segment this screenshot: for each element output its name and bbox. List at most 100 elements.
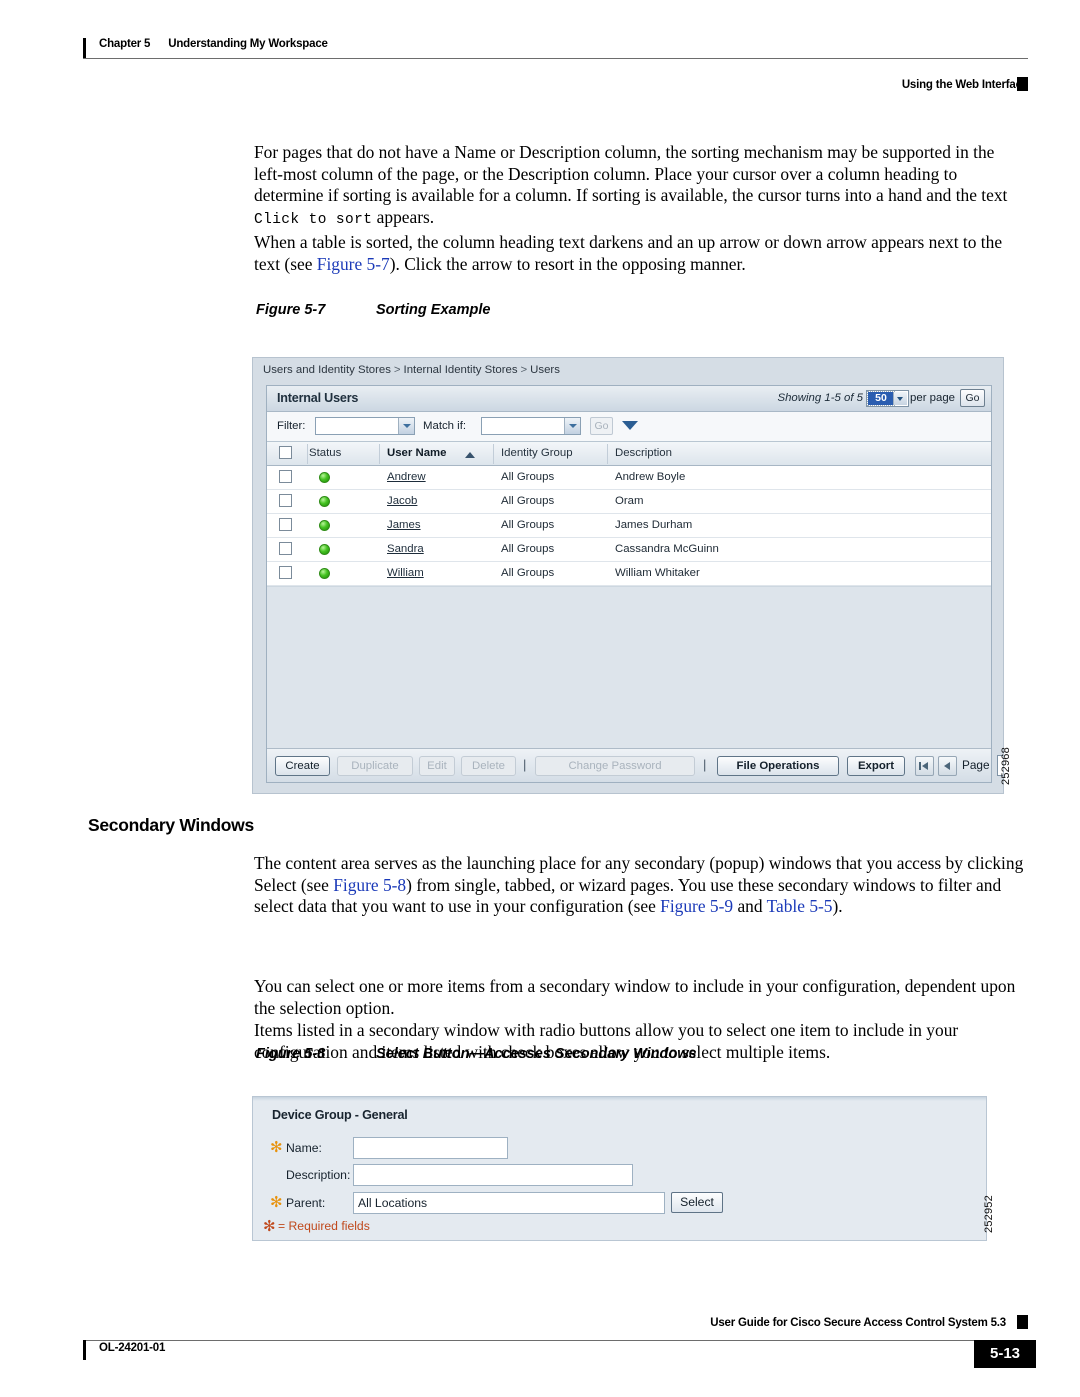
figure-5-8-screenshot: Device Group - General ✻ Name: Descripti… (252, 1096, 987, 1241)
button-separator: | (703, 757, 707, 772)
paragraph-sorting-mechanism: For pages that do not have a Name or Des… (254, 142, 1026, 231)
button-separator: | (523, 757, 527, 772)
user-name-link[interactable]: William (387, 567, 424, 579)
table-row[interactable]: Andrew All Groups Andrew Boyle (267, 466, 991, 490)
table-row[interactable]: James All Groups James Durham (267, 514, 991, 538)
required-note-asterisk-icon: ✻ (263, 1218, 276, 1235)
description-value: Cassandra McGuinn (615, 543, 719, 555)
table-row[interactable]: William All Groups William Whitaker (267, 562, 991, 586)
parent-label: Parent: (286, 1196, 326, 1210)
column-header-description[interactable]: Description (615, 447, 672, 459)
breadcrumb-item-users[interactable]: Users (530, 364, 560, 376)
user-name-link[interactable]: Jacob (387, 495, 417, 507)
figure-5-8-title: Select Button—Accesses Secondary Windows (376, 1046, 697, 1062)
row-checkbox[interactable] (279, 470, 292, 483)
required-fields-note: = Required fields (278, 1219, 370, 1233)
delete-button[interactable]: Delete (461, 756, 516, 776)
chevron-down-icon (564, 418, 580, 434)
chapter-title: Understanding My Workspace (168, 38, 328, 50)
header-square-mark (1017, 77, 1028, 91)
device-group-form-title: Device Group - General (272, 1108, 408, 1122)
match-if-label: Match if: (423, 420, 467, 432)
panel-top-band (253, 1097, 986, 1101)
breadcrumb-item-users-and-identity-stores[interactable]: Users and Identity Stores (263, 364, 391, 376)
user-name-link[interactable]: Sandra (387, 543, 424, 555)
change-password-button[interactable]: Change Password (535, 756, 695, 776)
paragraph-secondary-windows-intro: The content area serves as the launching… (254, 853, 1026, 918)
page-number: 5-13 (974, 1340, 1036, 1368)
export-button[interactable]: Export (847, 756, 905, 776)
description-value: William Whitaker (615, 567, 700, 579)
description-value: Oram (615, 495, 644, 507)
header-tick-mark (83, 38, 86, 58)
user-name-link[interactable]: Andrew (387, 471, 426, 483)
description-field[interactable] (353, 1164, 633, 1186)
row-checkbox[interactable] (279, 542, 292, 555)
column-header-identity-group[interactable]: Identity Group (501, 447, 573, 459)
table-row[interactable]: Jacob All Groups Oram (267, 490, 991, 514)
status-enabled-icon (319, 568, 330, 579)
paragraph-table-sorted: When a table is sorted, the column headi… (254, 232, 1026, 275)
xref-table-5-5[interactable]: Table 5-5 (767, 896, 833, 916)
figure-5-8-label: Figure 5-8 (256, 1046, 326, 1062)
running-header: Chapter 5 Understanding My Workspace Usin… (83, 33, 1028, 91)
chapter-label: Chapter 5 (99, 38, 151, 50)
user-name-link[interactable]: James (387, 519, 421, 531)
filter-funnel-icon[interactable] (622, 421, 638, 430)
parent-field[interactable]: All Locations (353, 1192, 665, 1214)
row-checkbox[interactable] (279, 566, 292, 579)
action-button-bar: Create Duplicate Edit Delete | Change Pa… (267, 748, 1003, 782)
match-if-select[interactable] (481, 417, 581, 435)
status-enabled-icon (319, 520, 330, 531)
panel-title: Internal Users (277, 391, 359, 405)
create-button[interactable]: Create (275, 756, 330, 776)
file-operations-button[interactable]: File Operations (717, 756, 839, 776)
column-header-user-name[interactable]: User Name (387, 447, 447, 459)
select-all-checkbox[interactable] (279, 446, 292, 459)
figure-5-7-id: 252968 (1000, 747, 1012, 785)
filter-label: Filter: (277, 420, 306, 432)
breadcrumb: Users and Identity Stores > Internal Ident… (263, 364, 560, 376)
previous-page-button[interactable] (938, 756, 957, 776)
internal-users-panel: Internal Users Showing 1-5 of 5 50 per p… (266, 385, 1003, 783)
chevron-down-icon (893, 392, 907, 405)
description-label: Description: (286, 1168, 351, 1182)
figure-5-7-caption: Figure 5-7 Sorting Example (256, 302, 490, 318)
column-header-status[interactable]: Status (309, 447, 341, 459)
per-page-select[interactable]: 50 (866, 390, 909, 407)
header-recto-title: Using the Web Interface (901, 79, 1028, 91)
row-checkbox[interactable] (279, 518, 292, 531)
required-asterisk-icon: ✻ (270, 1194, 283, 1211)
per-page-go-button[interactable]: Go (960, 389, 985, 407)
filter-select[interactable] (315, 417, 415, 435)
table-row[interactable]: Sandra All Groups Cassandra McGuinn (267, 538, 991, 562)
footer-doc-id: OL-24201-01 (99, 1342, 166, 1354)
first-page-button[interactable] (915, 756, 934, 776)
figure-5-8-id: 252952 (983, 1195, 995, 1233)
filter-go-button[interactable]: Go (590, 417, 613, 435)
sort-ascending-icon[interactable] (465, 452, 475, 458)
xref-figure-5-8[interactable]: Figure 5-8 (333, 875, 406, 895)
previous-page-arrow-icon (944, 762, 950, 770)
first-page-arrow-icon (922, 762, 928, 770)
identity-group-value: All Groups (501, 495, 555, 507)
paragraph-3-text-d: ). (832, 896, 843, 917)
xref-figure-5-9[interactable]: Figure 5-9 (660, 896, 733, 916)
footer-square-mark (1017, 1315, 1028, 1329)
description-value: Andrew Boyle (615, 471, 686, 483)
duplicate-button[interactable]: Duplicate (337, 756, 413, 776)
per-page-value: 50 (867, 391, 895, 406)
chevron-down-icon (398, 418, 414, 434)
breadcrumb-item-internal-identity-stores[interactable]: Internal Identity Stores (404, 364, 518, 376)
edit-button[interactable]: Edit (419, 756, 455, 776)
paragraph-1-text-a: For pages that do not have a Name or Des… (254, 142, 1008, 206)
footer-tick-mark (83, 1340, 86, 1360)
header-rule (83, 58, 1028, 59)
row-checkbox[interactable] (279, 494, 292, 507)
section-heading-secondary-windows: Secondary Windows (88, 815, 254, 835)
xref-figure-5-7[interactable]: Figure 5-7 (317, 254, 390, 274)
name-field[interactable] (353, 1137, 508, 1159)
select-button[interactable]: Select (671, 1192, 723, 1213)
name-label: Name: (286, 1141, 322, 1155)
chapter-breadcrumb: Chapter 5 Understanding My Workspace (99, 38, 328, 50)
